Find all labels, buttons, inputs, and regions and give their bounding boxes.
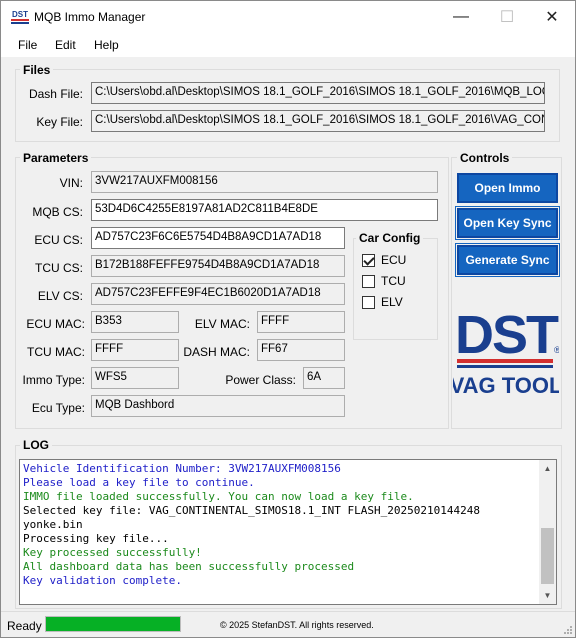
brand-line2: VAG TOOL (453, 373, 559, 398)
maximize-button[interactable]: ☐ (484, 1, 530, 33)
status-text: Ready (7, 619, 42, 633)
ecu-checkbox-label: ECU (381, 253, 407, 267)
minimize-button[interactable]: — (438, 1, 484, 33)
scroll-down-icon[interactable]: ▼ (539, 587, 556, 604)
power-class-label: Power Class: (225, 373, 296, 387)
brand-line1: DST (455, 305, 559, 365)
dst-logo-icon: DST (10, 7, 30, 27)
ecu-cs-input[interactable]: AD757C23F6C6E5754D4B8A9CD1A7AD18 (91, 227, 345, 249)
generate-sync-button[interactable]: Generate Sync (457, 245, 558, 275)
log-group-title: LOG (20, 438, 52, 452)
scroll-up-icon[interactable]: ▲ (539, 460, 556, 477)
vin-field[interactable]: 3VW217AUXFM008156 (91, 171, 438, 193)
dash-file-field[interactable]: C:\Users\obd.al\Desktop\SIMOS 18.1_GOLF_… (91, 82, 545, 104)
controls-group-title: Controls (457, 151, 513, 165)
elv-checkbox-row[interactable]: ELV (362, 295, 403, 309)
log-line: Vehicle Identification Number: 3VW217AUX… (23, 462, 341, 475)
open-immo-button[interactable]: Open Immo (457, 173, 558, 203)
power-class-field[interactable]: 6A (303, 367, 345, 389)
ecu-checkbox-row[interactable]: ECU (362, 253, 406, 267)
vin-label: VIN: (59, 176, 83, 190)
tcu-checkbox[interactable] (362, 274, 375, 288)
tcu-cs-label: TCU CS: (35, 261, 83, 275)
tcu-cs-field[interactable]: B172B188FEFFE9754D4B8A9CD1A7AD18 (91, 255, 345, 277)
log-line: IMMO file loaded successfully. You can n… (23, 490, 414, 503)
menu-help[interactable]: Help (94, 38, 119, 52)
menu-file[interactable]: File (18, 38, 37, 52)
log-line: Key validation complete. (23, 574, 182, 587)
menu-edit[interactable]: Edit (55, 38, 76, 52)
dst-vag-tool-logo: DST ® VAG TOOL (453, 305, 559, 398)
mqb-cs-label: MQB CS: (32, 205, 83, 219)
elv-mac-label: ELV MAC: (194, 317, 250, 331)
svg-text:DST: DST (12, 10, 28, 19)
log-line: Key processed successfully! (23, 546, 202, 559)
close-button[interactable]: ✕ (529, 1, 575, 33)
tcu-checkbox-row[interactable]: TCU (362, 274, 406, 288)
log-line: Processing key file... (23, 532, 169, 545)
menu-bar: File Edit Help (1, 33, 575, 57)
log-line: Selected key file: VAG_CONTINENTAL_SIMOS… (23, 504, 480, 531)
title-bar[interactable]: DST MQB Immo Manager — ☐ ✕ (1, 1, 575, 33)
app-window: DST MQB Immo Manager — ☐ ✕ File Edit Hel… (0, 0, 576, 638)
key-file-label: Key File: (36, 115, 83, 129)
resize-grip-icon[interactable] (563, 625, 573, 635)
log-scrollbar[interactable]: ▲ ▼ (539, 460, 556, 604)
dash-mac-label: DASH MAC: (183, 345, 250, 359)
ecu-checkbox[interactable] (362, 253, 375, 267)
log-line: All dashboard data has been successfully… (23, 560, 355, 573)
files-group-title: Files (20, 63, 54, 77)
immo-type-field[interactable]: WFS5 (91, 367, 179, 389)
mqb-cs-input[interactable]: 53D4D6C4255E8197A81AD2C811B4E8DE (91, 199, 438, 221)
open-key-sync-button[interactable]: Open Key Sync (457, 208, 558, 238)
progress-fill (46, 617, 180, 631)
dash-mac-field[interactable]: FF67 (257, 339, 345, 361)
window-title: MQB Immo Manager (34, 10, 146, 24)
tcu-checkbox-label: TCU (381, 274, 406, 288)
immo-type-label: Immo Type: (22, 373, 85, 387)
ecu-type-field[interactable]: MQB Dashbord (91, 395, 345, 417)
log-line: Please load a key file to continue. (23, 476, 255, 489)
copyright-text: © 2025 StefanDST. All rights reserved. (220, 620, 374, 630)
ecu-type-label: Ecu Type: (31, 401, 85, 415)
scroll-thumb[interactable] (541, 528, 554, 584)
dash-file-label: Dash File: (28, 87, 83, 101)
ecu-mac-field[interactable]: B353 (91, 311, 179, 333)
elv-mac-field[interactable]: FFFF (257, 311, 345, 333)
elv-cs-label: ELV CS: (37, 289, 83, 303)
ecu-mac-label: ECU MAC: (26, 317, 85, 331)
elv-cs-field[interactable]: AD757C23FEFFE9F4EC1B6020D1A7AD18 (91, 283, 345, 305)
key-file-field[interactable]: C:\Users\obd.al\Desktop\SIMOS 18.1_GOLF_… (91, 110, 545, 132)
tcu-mac-label: TCU MAC: (27, 345, 85, 359)
elv-checkbox[interactable] (362, 295, 375, 309)
car-config-title: Car Config (356, 231, 424, 245)
elv-checkbox-label: ELV (381, 295, 403, 309)
log-lines: Vehicle Identification Number: 3VW217AUX… (23, 462, 535, 588)
tcu-mac-field[interactable]: FFFF (91, 339, 179, 361)
parameters-group-title: Parameters (20, 151, 92, 165)
progress-bar (45, 616, 181, 632)
log-output[interactable]: Vehicle Identification Number: 3VW217AUX… (19, 459, 557, 605)
ecu-cs-label: ECU CS: (34, 233, 83, 247)
status-bar: Ready © 2025 StefanDST. All rights reser… (1, 611, 575, 637)
brand-registered: ® (554, 345, 559, 355)
